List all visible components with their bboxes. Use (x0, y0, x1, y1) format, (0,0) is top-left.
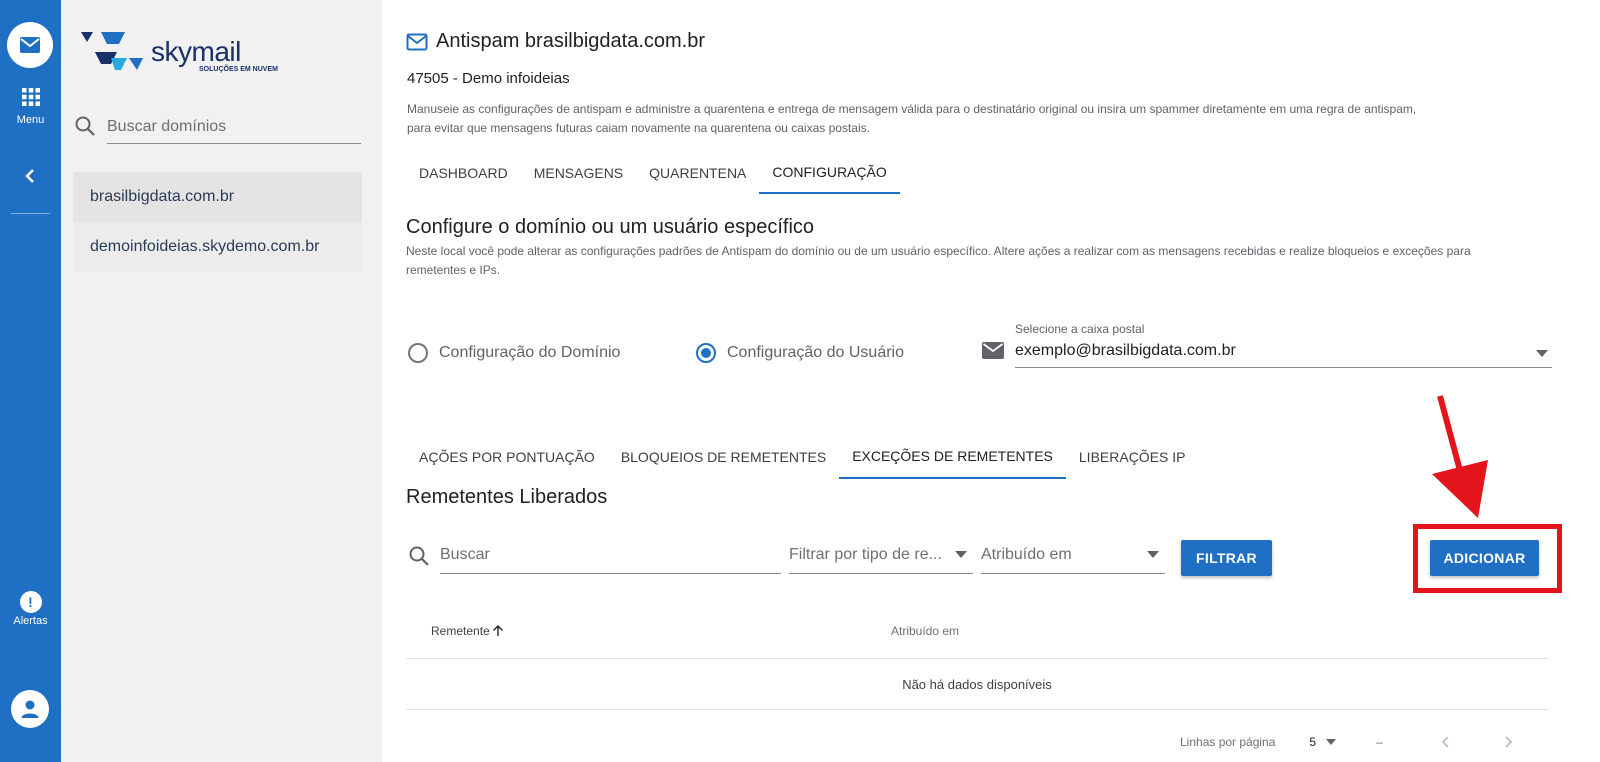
rows-per-page-select[interactable]: 5 (1309, 735, 1337, 749)
column-sender-label: Remetente (431, 624, 490, 638)
logo-tagline: SOLUÇÕES EM NUVEM (199, 66, 278, 73)
main-tabs: DASHBOARD MENSAGENS QUARENTENA CONFIGURA… (406, 152, 900, 194)
search-input[interactable] (440, 545, 781, 564)
empty-table-message: Não há dados disponíveis (406, 659, 1548, 710)
config-description-line: remetentes e IPs. (406, 263, 501, 277)
logo-name: skymail (151, 36, 241, 67)
logo-mark-icon (81, 32, 143, 70)
list-title: Remetentes Liberados (406, 486, 608, 508)
tab-acoes-pontuacao[interactable]: AÇÕES POR PONTUAÇÃO (406, 435, 608, 479)
apps-grid-icon (21, 88, 40, 106)
alerts-label: Alertas (13, 615, 48, 627)
skymail-logo: skymail SOLUÇÕES EM NUVEM (81, 28, 291, 76)
main-content: Antispam brasilbigdata.com.br 47505 - De… (406, 0, 1600, 762)
domain-item[interactable]: brasilbigdata.com.br (73, 172, 362, 222)
annotation-arrow-icon (1432, 395, 1488, 518)
sort-arrow-up-icon (492, 625, 503, 636)
description-line: Manuseie as configurações de antispam e … (407, 102, 1417, 116)
assigned-select[interactable]: Atribuído em (981, 536, 1165, 574)
annotation-highlight-box (1413, 524, 1562, 593)
tab-quarentena[interactable]: QUARENTENA (636, 152, 759, 194)
radio-user-label: Configuração do Usuário (727, 344, 904, 361)
mailbox-label: Selecione a caixa postal (1015, 322, 1145, 336)
user-icon (21, 700, 39, 718)
collapse-button[interactable] (20, 166, 40, 191)
caret-down-icon (955, 551, 967, 558)
filter-type-placeholder: Filtrar por tipo de re... (789, 545, 942, 563)
search-field (440, 536, 781, 574)
page-description: Manuseie as configurações de antispam e … (407, 100, 1487, 138)
search-icon (409, 546, 429, 566)
radio-checked-icon (696, 343, 716, 363)
envelope-icon (982, 342, 1004, 359)
tab-dashboard[interactable]: DASHBOARD (406, 152, 521, 194)
radio-user-config[interactable]: Configuração do Usuário (696, 343, 904, 363)
rows-per-page-value: 5 (1309, 735, 1317, 749)
column-assigned-label: Atribuído em (891, 624, 960, 638)
account-name: 47505 - Demo infoideias (407, 70, 570, 87)
config-description: Neste local você pode alterar as configu… (406, 242, 1516, 280)
left-rail: Menu ! Alertas (0, 0, 61, 762)
chevron-left-icon[interactable] (1439, 735, 1453, 749)
app-root: Menu ! Alertas skymail SOLUÇÕES EM NUVEM… (0, 0, 1600, 762)
config-sub-tabs: AÇÕES POR PONTUAÇÃO BLOQUEIOS DE REMETEN… (406, 435, 1198, 479)
tab-configuracao[interactable]: CONFIGURAÇÃO (759, 152, 900, 194)
page-header: Antispam brasilbigdata.com.br (406, 30, 705, 53)
radio-unchecked-icon (408, 343, 428, 363)
caret-down-icon (1536, 350, 1548, 357)
mailbox-select[interactable]: Selecione a caixa postal exemplo@brasilb… (982, 320, 1552, 368)
tab-liberacoes-ip[interactable]: LIBERAÇÕES IP (1066, 435, 1199, 479)
mail-app-button[interactable] (7, 22, 53, 68)
domain-item[interactable]: demoinfoideias.skydemo.com.br (73, 222, 362, 272)
domain-search (74, 110, 362, 144)
domain-label: brasilbigdata.com.br (90, 188, 235, 205)
column-header-assigned[interactable]: Atribuído em (891, 624, 959, 638)
caret-down-icon (1147, 551, 1159, 558)
menu-label: Menu (16, 114, 45, 126)
rail-divider (11, 213, 50, 214)
user-avatar-button[interactable] (11, 690, 49, 728)
filter-button[interactable]: FILTRAR (1181, 540, 1272, 576)
page-title: Antispam brasilbigdata.com.br (436, 30, 706, 52)
pagination: Linhas por página 5 – (1180, 732, 1515, 752)
alert-icon: ! (19, 591, 42, 613)
radio-domain-config[interactable]: Configuração do Domínio (408, 343, 620, 363)
column-header-sender[interactable]: Remetente (431, 624, 504, 638)
alerts-button[interactable]: ! Alertas (0, 591, 61, 627)
config-title: Configure o domínio ou um usuário especí… (406, 216, 815, 238)
mailbox-value: exemplo@brasilbigdata.com.br (1015, 342, 1236, 359)
mail-icon (20, 37, 40, 53)
caret-down-icon (1326, 739, 1337, 745)
domains-panel: skymail SOLUÇÕES EM NUVEM brasilbigdata.… (61, 0, 382, 762)
tab-bloqueios-remetentes[interactable]: BLOQUEIOS DE REMETENTES (608, 435, 839, 479)
tab-excecoes-remetentes[interactable]: EXCEÇÕES DE REMETENTES (839, 435, 1066, 479)
description-line: para evitar que mensagens futuras caiam … (407, 121, 870, 135)
mail-outline-icon (406, 33, 428, 50)
search-icon (75, 116, 95, 136)
mailbox-underline (1015, 367, 1552, 368)
assigned-placeholder: Atribuído em (981, 545, 1072, 563)
page-range: – (1376, 735, 1383, 749)
config-description-line: Neste local você pode alterar as configu… (406, 244, 1471, 258)
chevron-left-icon (25, 169, 34, 183)
domain-label: demoinfoideias.skydemo.com.br (90, 238, 320, 255)
filter-type-select[interactable]: Filtrar por tipo de re... (789, 536, 973, 574)
tab-mensagens[interactable]: MENSAGENS (521, 152, 636, 194)
rows-per-page-label: Linhas por página (1180, 735, 1276, 749)
table-header: Remetente Atribuído em (406, 612, 1548, 659)
menu-button[interactable]: Menu (0, 88, 61, 126)
filter-bar: Filtrar por tipo de re... Atribuído em F… (406, 536, 1556, 576)
chevron-right-icon[interactable] (1501, 735, 1515, 749)
radio-domain-label: Configuração do Domínio (439, 344, 621, 361)
domain-search-input[interactable] (107, 110, 361, 144)
